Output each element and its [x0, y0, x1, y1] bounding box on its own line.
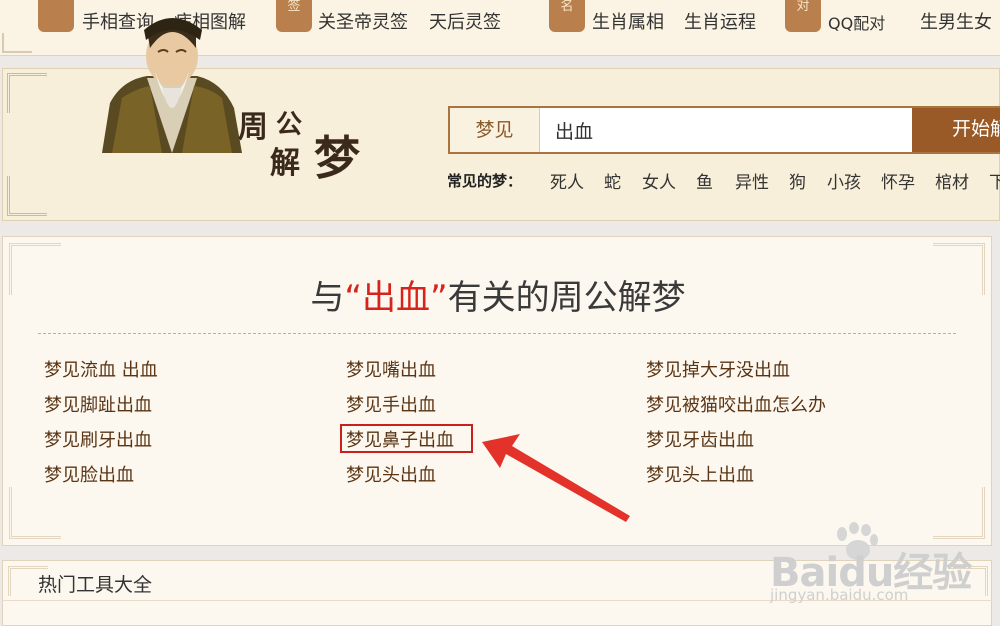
frame-ornament: [7, 73, 47, 113]
common-dream-link[interactable]: 棺材: [935, 168, 969, 193]
logo-char-jie: 解: [270, 146, 300, 181]
dream-link[interactable]: 梦见头出血: [346, 461, 436, 487]
results-title-keyword: “出血”: [344, 278, 448, 318]
common-dream-link[interactable]: 下: [989, 168, 1000, 193]
dream-link[interactable]: 梦见手出血: [346, 391, 436, 417]
watermark-url: jingyan.baidu.com: [770, 586, 909, 604]
nav-link-qq[interactable]: QQ配对: [828, 10, 885, 34]
qian-icon: 签: [276, 0, 312, 32]
search-input[interactable]: [541, 108, 911, 152]
results-title: 与“出血”有关的周公解梦: [0, 270, 996, 319]
logo-char-meng: 梦: [314, 131, 360, 185]
pair-icon: 对: [785, 0, 821, 32]
common-dream-link[interactable]: 鱼: [696, 168, 713, 193]
common-dream-link[interactable]: 异性: [735, 168, 769, 193]
common-dream-link[interactable]: 怀孕: [881, 168, 915, 193]
results-title-prefix: 与: [310, 278, 345, 318]
logo-char-zhou: 周: [238, 110, 268, 145]
nav-link-zodiac[interactable]: 生肖属相: [592, 8, 664, 34]
name-icon: 名: [549, 0, 585, 32]
nav-link-tianhou[interactable]: 天后灵签: [429, 8, 501, 34]
search-box: 梦见 开始解梦: [448, 106, 1000, 154]
common-dream-link[interactable]: 蛇: [604, 168, 621, 193]
results-title-suffix: 有关的周公解梦: [447, 278, 686, 318]
common-dreams-label: 常见的梦：: [447, 172, 523, 190]
dashed-divider: [38, 333, 956, 334]
pointer-arrow-icon: [482, 434, 630, 522]
start-search-button[interactable]: 开始解梦: [912, 108, 1000, 152]
corner-ornament: [933, 487, 985, 539]
highlight-box: [340, 424, 473, 453]
frame-ornament: [7, 176, 47, 216]
nav-link-zodiac-fortune[interactable]: 生肖运程: [684, 8, 756, 34]
corner-ornament: [9, 487, 61, 539]
common-dream-link[interactable]: 小孩: [827, 168, 861, 193]
hot-tools-title: 热门工具大全: [38, 574, 153, 596]
nav-link-guansheng[interactable]: 关圣帝灵签: [318, 8, 408, 34]
logo-char-gong: 公: [276, 110, 303, 140]
dream-link[interactable]: 梦见掉大牙没出血: [646, 356, 790, 382]
dream-link[interactable]: 梦见牙齿出血: [646, 426, 754, 452]
nav-corner-ornament: [2, 33, 32, 53]
palm-icon: [38, 0, 74, 32]
dream-link[interactable]: 梦见头上出血: [646, 461, 754, 487]
dream-link[interactable]: 梦见刷牙出血: [44, 426, 152, 452]
common-dream-link[interactable]: 死人: [550, 168, 584, 193]
dream-link[interactable]: 梦见嘴出血: [346, 356, 436, 382]
common-dream-link[interactable]: 狗: [789, 168, 806, 193]
nav-link-gender[interactable]: 生男生女: [920, 8, 992, 34]
search-label: 梦见: [450, 108, 540, 152]
duke-zhou-portrait: [102, 18, 242, 153]
dream-link[interactable]: 梦见流血 出血: [44, 356, 158, 382]
common-dream-link[interactable]: 女人: [642, 168, 676, 193]
dream-link[interactable]: 梦见脚趾出血: [44, 391, 152, 417]
dream-link[interactable]: 梦见脸出血: [44, 461, 134, 487]
dream-link[interactable]: 梦见被猫咬出血怎么办: [646, 391, 826, 417]
